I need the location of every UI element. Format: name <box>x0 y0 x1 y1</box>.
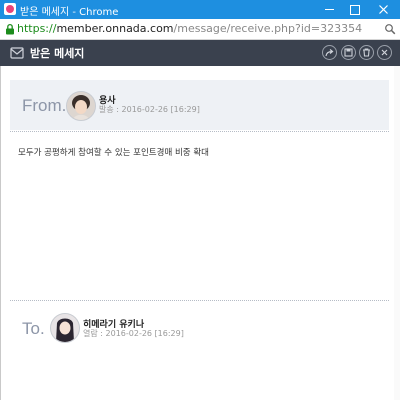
read-date: 열람 : 2016-02-26 [16:29] <box>83 328 184 339</box>
close-icon <box>381 49 388 56</box>
window-title-text: 받은 메세지 <box>20 7 70 18</box>
close-icon <box>378 5 388 14</box>
receiver-avatar[interactable] <box>50 313 80 343</box>
scrollbar[interactable] <box>394 66 400 400</box>
message-body: 모두가 공평하게 참여할 수 있는 포인트경매 비중 확대 <box>18 148 209 158</box>
maximize-icon <box>350 4 360 15</box>
lock-icon <box>6 23 14 35</box>
zoom-icon[interactable] <box>384 23 396 35</box>
window-title: 받은 메세지 - Chrome <box>20 3 118 18</box>
sent-label: 발송 : <box>99 105 122 114</box>
message-icon <box>10 47 24 59</box>
divider <box>10 300 389 301</box>
minimize-button[interactable] <box>316 0 342 19</box>
to-label: To. <box>22 319 45 338</box>
minimize-icon <box>324 9 334 10</box>
sender-avatar[interactable] <box>66 91 96 121</box>
save-icon <box>344 48 353 57</box>
message-header: 받은 메세지 <box>0 40 400 66</box>
sender-avatar-image <box>67 92 95 120</box>
window-close-button[interactable] <box>370 0 396 19</box>
delete-icon <box>363 48 370 57</box>
title-separator: - <box>72 7 80 18</box>
divider <box>10 131 389 132</box>
from-label: From. <box>22 96 67 115</box>
header-title: 받은 메세지 <box>30 47 85 60</box>
save-button[interactable] <box>341 45 356 60</box>
window-titlebar: 받은 메세지 - Chrome <box>0 0 400 19</box>
url-host: member.onnada.com <box>56 22 174 35</box>
read-label: 열람 : <box>83 329 106 338</box>
reply-button[interactable] <box>322 45 337 60</box>
address-bar[interactable]: https://member.onnada.com/message/receiv… <box>0 19 400 40</box>
url-path: /message/receive.php?id=323354 <box>173 22 363 35</box>
delete-button[interactable] <box>359 45 374 60</box>
close-message-button[interactable] <box>377 45 392 60</box>
url-scheme: https:// <box>17 22 57 35</box>
read-date-value: 2016-02-26 [16:29] <box>105 329 184 338</box>
sent-date: 발송 : 2016-02-26 [16:29] <box>99 104 200 115</box>
maximize-button[interactable] <box>342 0 368 19</box>
app-icon <box>4 3 16 15</box>
browser-name: Chrome <box>79 7 119 18</box>
url-text[interactable]: https://member.onnada.com/message/receiv… <box>17 22 362 35</box>
receiver-avatar-image <box>51 314 79 342</box>
sent-date-value: 2016-02-26 [16:29] <box>121 105 200 114</box>
reply-icon <box>325 49 334 57</box>
